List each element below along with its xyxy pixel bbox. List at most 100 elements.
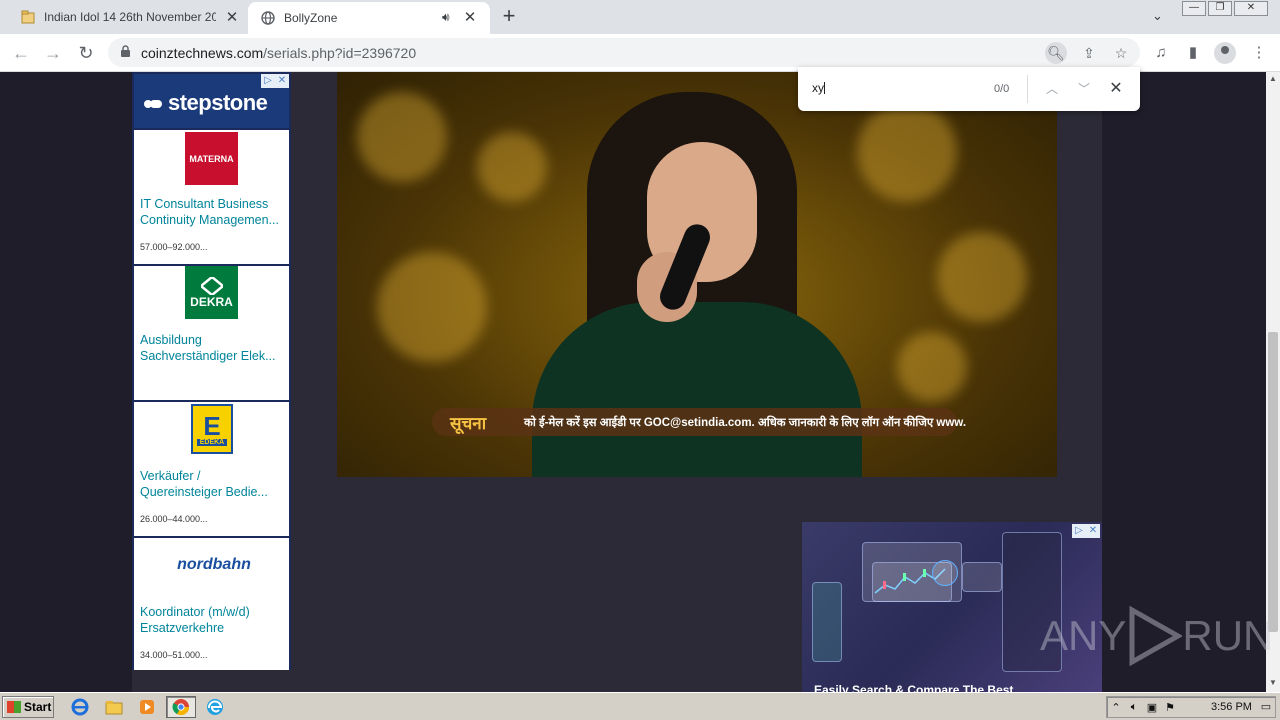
- new-tab-button[interactable]: +: [498, 5, 520, 28]
- media-player-icon[interactable]: [135, 696, 159, 718]
- chevron-up-icon[interactable]: ︿: [1042, 79, 1062, 99]
- stepstone-brand: stepstone: [168, 90, 268, 115]
- chevron-down-icon[interactable]: ﹀: [1074, 79, 1094, 99]
- lock-icon: [121, 45, 130, 57]
- job-title-line1: Koordinator (m/w/d): [140, 605, 250, 619]
- file-explorer-icon[interactable]: [102, 696, 126, 718]
- job-title[interactable]: Ausbildung Sachverständiger Elek...: [140, 332, 286, 364]
- scroll-down-arrow-icon[interactable]: ▼: [1266, 678, 1280, 690]
- network-icon[interactable]: ▣: [1143, 701, 1161, 714]
- stepstone-logo: stepstone: [144, 90, 268, 116]
- job-title[interactable]: Verkäufer / Quereinsteiger Bedie...: [140, 468, 286, 500]
- video-player[interactable]: सूचना को ई-मेल करें इस आईडी पर GOC@setin…: [337, 72, 1057, 477]
- ad-headline[interactable]: Easily Search & Compare The Best: [814, 683, 1013, 692]
- start-button[interactable]: Start: [2, 696, 54, 718]
- ad-hand-shape: [812, 582, 842, 662]
- edge-icon[interactable]: [203, 696, 227, 718]
- profile-avatar-icon[interactable]: [1214, 42, 1236, 64]
- tab-title: Indian Idol 14 26th November 2023: [44, 10, 216, 24]
- job-title-line1: Verkäufer /: [140, 469, 201, 483]
- close-icon[interactable]: ✕: [1106, 79, 1126, 99]
- star-icon[interactable]: ☆: [1110, 42, 1132, 64]
- window-controls: — ❐ ✕: [1182, 1, 1270, 16]
- scroll-thumb[interactable]: [1268, 332, 1278, 632]
- job-title-line1: Ausbildung: [140, 333, 202, 347]
- job-listing[interactable]: MATERNA IT Consultant Business Continuit…: [134, 128, 289, 262]
- forward-arrow-icon[interactable]: →: [42, 42, 64, 64]
- share-icon[interactable]: ⇪: [1078, 42, 1100, 64]
- ad-gauge: [932, 560, 958, 586]
- reload-icon[interactable]: ↻: [75, 42, 97, 64]
- minimize-button[interactable]: —: [1182, 1, 1206, 16]
- bokeh-light: [937, 232, 1027, 322]
- tab-bollyzone[interactable]: BollyZone 🔊︎ ✕: [248, 2, 490, 34]
- windows-taskbar: Start ⌃ 🔈︎ ▣ ⚑ 3:56 PM ▭: [0, 692, 1280, 720]
- tab-search-chevron-icon[interactable]: ⌄: [1152, 8, 1163, 24]
- scroll-up-arrow-icon[interactable]: ▲: [1266, 74, 1280, 86]
- windows-flag-icon: [7, 701, 21, 713]
- job-listing[interactable]: E EDEKA Verkäufer / Quereinsteiger Bedie…: [134, 400, 289, 534]
- media-control-icon[interactable]: ♫: [1150, 42, 1172, 64]
- bokeh-light: [357, 92, 447, 182]
- stepstone-mark-icon: [144, 100, 162, 108]
- job-salary: 57.000–92.000...: [140, 242, 208, 252]
- find-match-count: 0/0: [994, 83, 1010, 95]
- tab-indian-idol[interactable]: Indian Idol 14 26th November 2023 ✕: [10, 0, 246, 34]
- show-hidden-icons-icon[interactable]: ⌃: [1107, 701, 1125, 714]
- adchoices-icon[interactable]: ▷: [1072, 524, 1086, 538]
- page-content: stepstone ▷ ✕ MATERNA IT Consultant Busi…: [0, 72, 1266, 692]
- job-title-line2: Quereinsteiger Bedie...: [140, 485, 268, 499]
- play-triangle-icon: [1129, 606, 1183, 666]
- ticker-text: को ई-मेल करें इस आईडी पर GOC@setindia.co…: [524, 417, 967, 429]
- close-window-button[interactable]: ✕: [1234, 1, 1268, 16]
- system-tray: ⌃ 🔈︎ ▣ ⚑ 3:56 PM ▭: [1106, 696, 1276, 718]
- menu-kebab-icon[interactable]: ⋮: [1248, 42, 1270, 64]
- start-label: Start: [24, 700, 52, 714]
- job-listing[interactable]: nordbahn Koordinator (m/w/d) Ersatzverke…: [134, 536, 289, 670]
- vertical-scrollbar[interactable]: ▲ ▼: [1266, 72, 1280, 692]
- close-tab-icon[interactable]: ✕: [462, 9, 478, 26]
- globe-icon: [260, 10, 276, 26]
- singer-dress: [532, 302, 862, 477]
- show-desktop-icon[interactable]: ▭: [1257, 700, 1275, 713]
- speaker-icon[interactable]: 🔊︎: [442, 10, 450, 25]
- close-tab-icon[interactable]: ✕: [224, 9, 240, 26]
- chrome-icon[interactable]: [166, 696, 196, 718]
- edeka-e-icon: E: [203, 410, 221, 441]
- tab-strip: Indian Idol 14 26th November 2023 ✕ Boll…: [0, 0, 1280, 34]
- materna-logo: MATERNA: [185, 132, 238, 185]
- find-bar: xy 0/0 ︿ ﹀ ✕: [798, 67, 1140, 111]
- ad-close-icon[interactable]: ✕: [1086, 524, 1100, 538]
- watermark-right-text: RUN: [1182, 612, 1274, 659]
- bokeh-light: [477, 132, 547, 202]
- find-input[interactable]: xy: [812, 81, 825, 95]
- left-job-ad[interactable]: stepstone ▷ ✕ MATERNA IT Consultant Busi…: [132, 72, 291, 670]
- address-bar[interactable]: coinztechnews.com/serials.php?id=2396720…: [108, 38, 1140, 67]
- page-icon: [20, 9, 36, 25]
- restore-button[interactable]: ❐: [1208, 1, 1232, 16]
- dekra-text: DEKRA: [190, 294, 233, 309]
- volume-icon[interactable]: 🔈︎: [1125, 701, 1143, 714]
- back-arrow-icon[interactable]: ←: [10, 42, 32, 64]
- adchoices-icon[interactable]: ▷: [261, 74, 275, 88]
- news-ticker: सूचना को ई-मेल करें इस आईडी पर GOC@setin…: [432, 408, 966, 436]
- job-title[interactable]: Koordinator (m/w/d) Ersatzverkehre: [140, 604, 286, 636]
- action-center-flag-icon[interactable]: ⚑: [1161, 701, 1179, 714]
- job-salary: 26.000–44.000...: [140, 514, 208, 524]
- tab-title: BollyZone: [284, 11, 338, 25]
- job-salary: 34.000–51.000...: [140, 650, 208, 660]
- side-panel-icon[interactable]: ▮: [1182, 42, 1204, 64]
- edeka-text: EDEKA: [196, 438, 228, 446]
- clock[interactable]: 3:56 PM: [1211, 701, 1252, 713]
- ad-close-icon[interactable]: ✕: [275, 74, 289, 88]
- job-title[interactable]: IT Consultant Business Continuity Manage…: [140, 196, 286, 228]
- job-title-line1: IT Consultant Business: [140, 197, 269, 211]
- internet-explorer-icon[interactable]: [68, 696, 92, 718]
- url-path: /serials.php?id=2396720: [263, 45, 417, 61]
- url-domain: coinztechnews.com: [141, 45, 264, 61]
- ad-chart-panel: [962, 562, 1002, 592]
- job-listing[interactable]: DEKRA Ausbildung Sachverständiger Elek..…: [134, 264, 289, 398]
- job-title-line2: Continuity Managemen...: [140, 213, 279, 227]
- edeka-logo: E EDEKA: [191, 404, 233, 454]
- find-zoom-icon[interactable]: 🔍︎: [1045, 42, 1067, 64]
